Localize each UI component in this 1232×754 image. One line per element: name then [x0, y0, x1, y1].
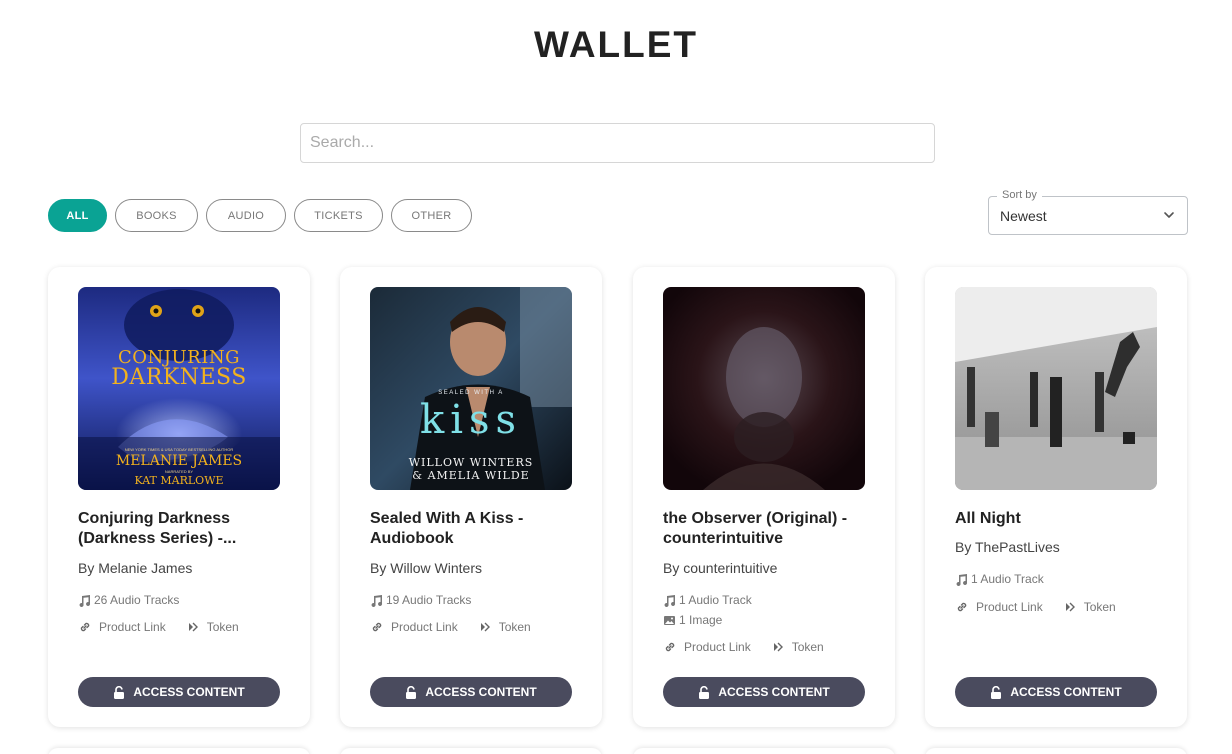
card-author: By counterintuitive	[663, 560, 778, 576]
filter-other-chip[interactable]: OTHER	[391, 199, 472, 232]
cover-author-1: WILLOW WINTERS	[408, 456, 534, 469]
card-links: Product Link Token	[370, 620, 531, 634]
access-content-button[interactable]: ACCESS CONTENT	[78, 677, 280, 707]
next-card-peek	[925, 748, 1187, 754]
product-link[interactable]: Product Link	[78, 620, 166, 634]
unlock-icon	[114, 685, 125, 699]
access-content-button[interactable]: ACCESS CONTENT	[370, 677, 572, 707]
card-meta-item: 1 Image	[663, 613, 722, 627]
cover-subtitle: NEW YORK TIMES & USA TODAY BESTSELLING A…	[124, 447, 234, 452]
access-content-button[interactable]: ACCESS CONTENT	[955, 677, 1157, 707]
cover-image[interactable]: SEALED WITH A kiss WILLOW WINTERS & AMEL…	[370, 287, 572, 490]
product-link[interactable]: Product Link	[955, 600, 1043, 614]
music-note-icon	[664, 594, 676, 607]
filter-tickets-chip[interactable]: TICKETS	[294, 199, 383, 232]
wallet-card: CONJURING DARKNESS NEW YORK TIMES & USA …	[48, 267, 310, 727]
sort-legend: Sort by	[997, 189, 1042, 201]
cover-author: MELANIE JAMES	[115, 453, 243, 469]
card-meta-item: 1 Audio Track	[955, 572, 1044, 586]
card-author: By ThePastLives	[955, 539, 1060, 555]
unlock-icon	[699, 685, 710, 699]
token-icon	[480, 622, 490, 632]
token-link[interactable]: Token	[1063, 600, 1116, 614]
cover-title-line2: kiss	[419, 397, 523, 443]
music-note-icon	[371, 594, 383, 607]
filter-books-chip[interactable]: BOOKS	[115, 199, 198, 232]
search-input[interactable]	[300, 123, 935, 163]
sort-select[interactable]: Sort by Newest	[988, 189, 1188, 235]
link-icon	[665, 642, 675, 652]
card-title[interactable]: Sealed With A Kiss - Audiobook	[370, 509, 575, 549]
token-link[interactable]: Token	[771, 640, 824, 654]
cover-title-line1: SEALED WITH A	[438, 390, 504, 396]
link-icon	[80, 622, 90, 632]
card-title[interactable]: All Night	[955, 509, 1160, 529]
card-meta-item: 1 Audio Track	[663, 593, 752, 607]
card-links: Product Link Token	[663, 640, 824, 654]
token-icon	[1065, 602, 1075, 612]
link-icon	[957, 602, 967, 612]
unlock-icon	[991, 685, 1002, 699]
wallet-card: All Night By ThePastLives 1 Audio Track …	[925, 267, 1187, 727]
product-link[interactable]: Product Link	[370, 620, 458, 634]
cover-image[interactable]	[955, 287, 1157, 490]
filter-all-chip[interactable]: ALL	[48, 199, 107, 232]
next-card-peek	[633, 748, 895, 754]
next-card-peek	[340, 748, 602, 754]
page-title: WALLET	[533, 24, 699, 65]
card-links: Product Link Token	[955, 600, 1116, 614]
token-icon	[773, 642, 783, 652]
card-author: By Melanie James	[78, 560, 193, 576]
card-meta-item: 26 Audio Tracks	[78, 593, 179, 607]
token-link[interactable]: Token	[478, 620, 531, 634]
cover-narrator: KAT MARLOWE	[134, 474, 224, 487]
token-icon	[188, 622, 198, 632]
cover-image[interactable]: CONJURING DARKNESS NEW YORK TIMES & USA …	[78, 287, 280, 490]
token-link[interactable]: Token	[186, 620, 239, 634]
card-title[interactable]: the Observer (Original) - counterintuiti…	[663, 509, 868, 549]
card-title[interactable]: Conjuring Darkness (Darkness Series) -..…	[78, 509, 283, 549]
sort-value: Newest	[1000, 208, 1047, 224]
card-author: By Willow Winters	[370, 560, 483, 576]
product-link[interactable]: Product Link	[663, 640, 751, 654]
wallet-card: the Observer (Original) - counterintuiti…	[633, 267, 895, 727]
chevron-down-icon	[1164, 212, 1174, 218]
cover-image[interactable]	[663, 287, 865, 490]
access-content-button[interactable]: ACCESS CONTENT	[663, 677, 865, 707]
card-meta-item: 19 Audio Tracks	[370, 593, 471, 607]
next-card-peek	[48, 748, 310, 754]
cover-title-line2: DARKNESS	[111, 365, 247, 390]
wallet-card: SEALED WITH A kiss WILLOW WINTERS & AMEL…	[340, 267, 602, 727]
image-icon	[664, 615, 675, 625]
filter-chips: ALL BOOKS AUDIO TICKETS OTHER	[48, 199, 472, 232]
link-icon	[372, 622, 382, 632]
music-note-icon	[956, 573, 968, 586]
unlock-icon	[406, 685, 417, 699]
music-note-icon	[79, 594, 91, 607]
filter-audio-chip[interactable]: AUDIO	[206, 199, 286, 232]
card-links: Product Link Token	[78, 620, 239, 634]
cover-author-2: & AMELIA WILDE	[412, 469, 530, 482]
